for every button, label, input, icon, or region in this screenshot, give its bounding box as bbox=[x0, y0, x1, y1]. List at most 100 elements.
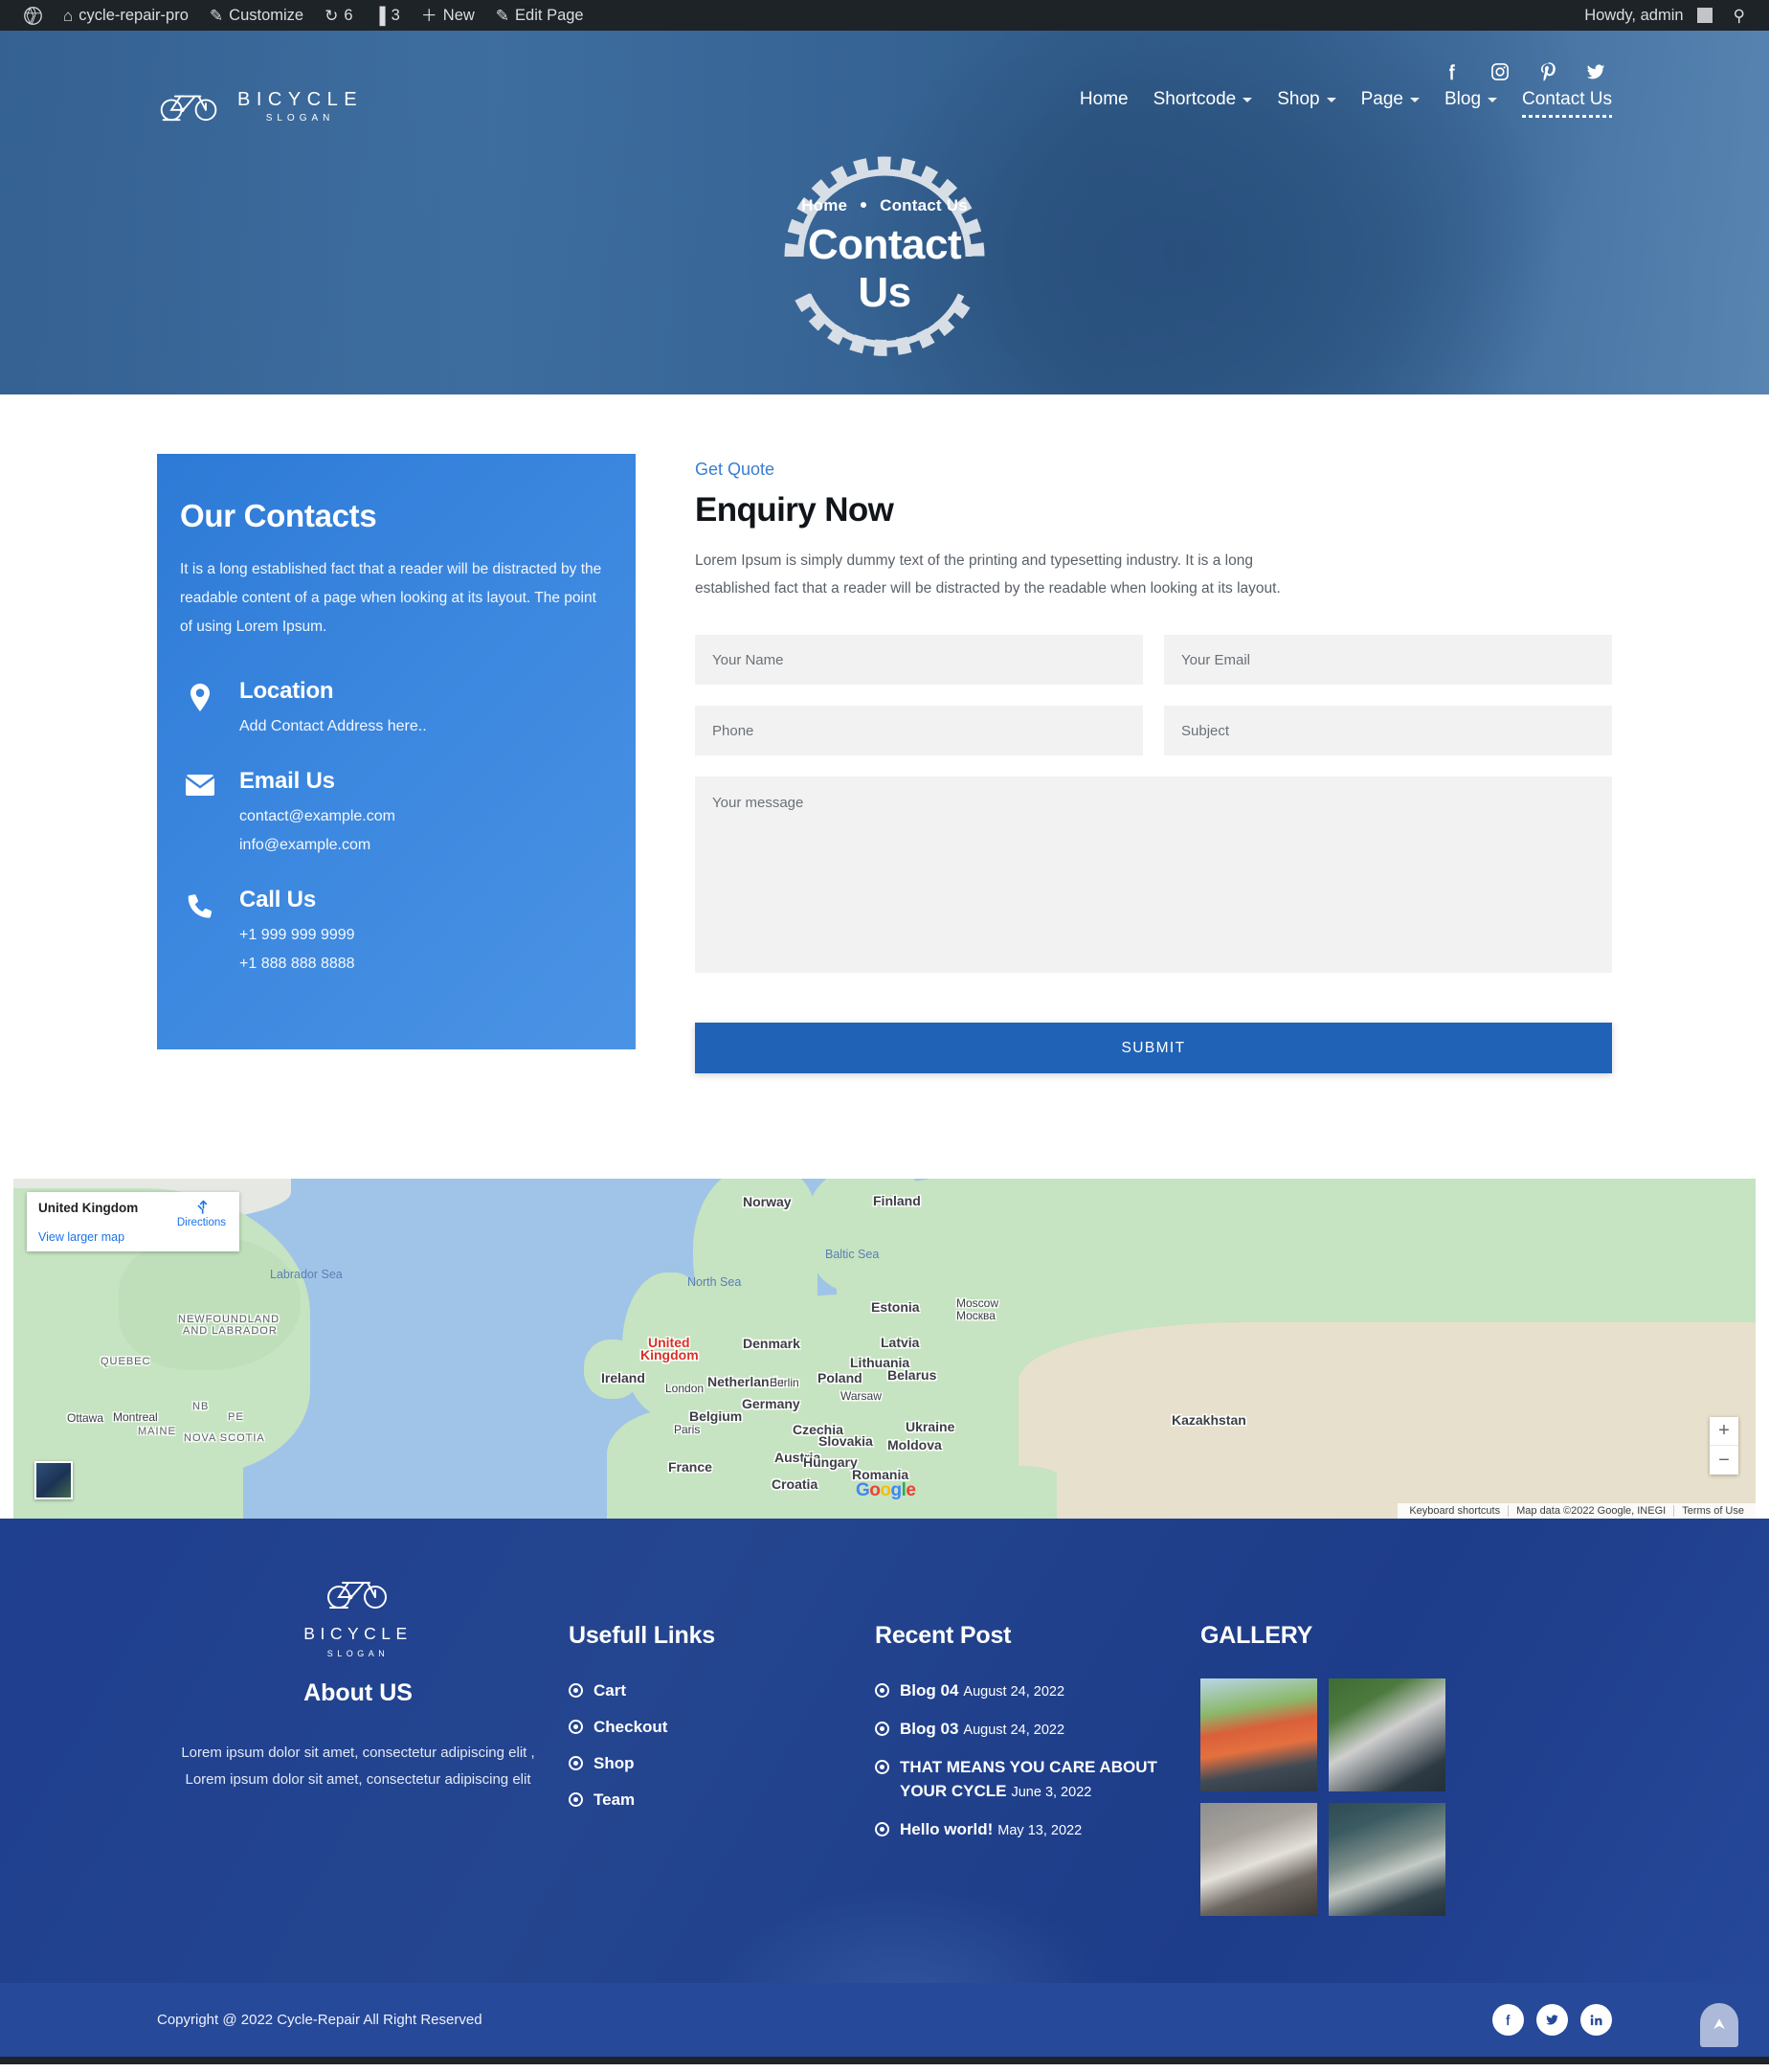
breadcrumb-separator-dot bbox=[861, 202, 867, 208]
gallery-image-man-repairing-bicycle[interactable] bbox=[1329, 1678, 1445, 1791]
adminbar-my-account[interactable]: Howdy, admin bbox=[1574, 0, 1722, 31]
phone-title: Call Us bbox=[239, 887, 316, 912]
recent-post-item[interactable]: Blog 04 August 24, 2022 bbox=[875, 1678, 1191, 1704]
map-label: France bbox=[668, 1459, 712, 1475]
adminbar-search[interactable]: ⚲ bbox=[1723, 0, 1756, 31]
linkedin-icon[interactable] bbox=[1580, 2004, 1612, 2036]
gallery-image-team-meeting-table[interactable] bbox=[1329, 1803, 1445, 1916]
phone-number-1[interactable]: +1 999 999 9999 bbox=[239, 921, 355, 950]
submit-button[interactable]: SUBMIT bbox=[695, 1023, 1612, 1073]
enquiry-eyebrow: Get Quote bbox=[695, 460, 775, 479]
comments-count: 3 bbox=[391, 6, 400, 24]
nav-label: Home bbox=[1079, 89, 1129, 109]
copyright-text: Copyright @ 2022 Cycle-Repair All Right … bbox=[157, 2012, 482, 2028]
location-pin-icon bbox=[180, 678, 220, 741]
map-label: Poland bbox=[817, 1370, 862, 1385]
map-canvas[interactable]: United Kingdom Directions View larger ma… bbox=[13, 1179, 1756, 1519]
map-satellite-thumbnail[interactable] bbox=[34, 1461, 73, 1499]
recent-post-item[interactable]: THAT MEANS YOU CARE ABOUT YOUR CYCLE June… bbox=[875, 1755, 1191, 1805]
terms-of-use-link[interactable]: Terms of Use bbox=[1673, 1505, 1752, 1517]
map-label: London bbox=[665, 1382, 705, 1395]
adminbar-updates[interactable]: ↻ 6 bbox=[314, 0, 363, 31]
link-label: Team bbox=[593, 1790, 636, 1809]
map-label: NOVA SCOTIA bbox=[184, 1432, 265, 1444]
avatar bbox=[1696, 8, 1713, 23]
map-label: MAINE bbox=[138, 1426, 176, 1437]
gallery-title: GALLERY bbox=[1200, 1622, 1313, 1649]
footer-link-shop[interactable]: Shop bbox=[569, 1751, 865, 1775]
phone-input[interactable] bbox=[695, 706, 1143, 755]
map-label: Germany bbox=[742, 1396, 800, 1411]
site-logo[interactable]: BICYCLE SLOGAN bbox=[157, 86, 363, 126]
adminbar-edit-page[interactable]: ✎ Edit Page bbox=[485, 0, 594, 31]
keyboard-shortcuts-link[interactable]: Keyboard shortcuts bbox=[1401, 1505, 1508, 1517]
location-address: Add Contact Address here.. bbox=[239, 718, 427, 734]
footer-gallery-column: GALLERY bbox=[1200, 1572, 1612, 1916]
map-info-card: United Kingdom Directions View larger ma… bbox=[27, 1192, 239, 1251]
footer-link-cart[interactable]: Cart bbox=[569, 1678, 865, 1702]
phone-number-2[interactable]: +1 888 888 8888 bbox=[239, 950, 355, 979]
map-directions-button[interactable]: Directions bbox=[177, 1198, 226, 1228]
facebook-icon[interactable] bbox=[1442, 61, 1463, 82]
nav-label: Page bbox=[1360, 89, 1403, 109]
map-label: Moldova bbox=[887, 1437, 942, 1453]
footer-link-checkout[interactable]: Checkout bbox=[569, 1715, 865, 1739]
post-date: August 24, 2022 bbox=[963, 1684, 1065, 1700]
map-label: Ottawa bbox=[67, 1411, 104, 1425]
hero-center: Home Contact Us Contact Us bbox=[0, 153, 1769, 360]
updates-count: 6 bbox=[344, 6, 353, 24]
twitter-icon[interactable] bbox=[1585, 61, 1606, 82]
recent-post-item[interactable]: Blog 03 August 24, 2022 bbox=[875, 1717, 1191, 1743]
bullet-dot-icon bbox=[569, 1720, 583, 1734]
footer-link-team[interactable]: Team bbox=[569, 1788, 865, 1812]
email-address-1[interactable]: contact@example.com bbox=[239, 802, 395, 831]
email-input[interactable] bbox=[1164, 635, 1612, 685]
recent-post-list: Blog 04 August 24, 2022 Blog 03 August 24,… bbox=[875, 1678, 1191, 1843]
scroll-to-top-button[interactable] bbox=[1700, 2003, 1738, 2047]
message-textarea[interactable] bbox=[695, 777, 1612, 973]
contact-info-location: Location Add Contact Address here.. bbox=[180, 678, 613, 741]
chevron-down-icon bbox=[1488, 97, 1498, 102]
phone-icon bbox=[180, 887, 220, 979]
nav-item-contact-us[interactable]: Contact Us bbox=[1522, 89, 1612, 120]
adminbar-new[interactable]: ＋ New bbox=[411, 0, 485, 31]
instagram-icon[interactable] bbox=[1489, 61, 1511, 82]
our-contacts-description: It is a long established fact that a rea… bbox=[180, 561, 602, 635]
adminbar-comments[interactable]: ▐ 3 bbox=[364, 0, 411, 31]
google-logo: Google bbox=[856, 1480, 916, 1500]
wordpress-logo-icon[interactable] bbox=[13, 0, 53, 31]
pinterest-icon[interactable] bbox=[1537, 61, 1558, 82]
gallery-image-gardener-trimming-hedge[interactable] bbox=[1200, 1678, 1317, 1791]
post-title: Blog 03 bbox=[900, 1720, 959, 1738]
nav-item-home[interactable]: Home bbox=[1080, 89, 1129, 120]
footer-links-column: Usefull Links Cart Checkout Shop Team bbox=[569, 1572, 865, 1916]
breadcrumb-home[interactable]: Home bbox=[801, 196, 847, 214]
enquiry-form-block: Get Quote Enquiry Now Lorem Ipsum is sim… bbox=[695, 454, 1612, 1073]
footer-recent-post-column: Recent Post Blog 04 August 24, 2022 Blog … bbox=[875, 1572, 1191, 1916]
name-input[interactable] bbox=[695, 635, 1143, 685]
nav-item-shortcode[interactable]: Shortcode bbox=[1153, 89, 1253, 120]
bullet-dot-icon bbox=[875, 1683, 889, 1698]
facebook-icon[interactable] bbox=[1492, 2004, 1524, 2036]
map-label: NB bbox=[192, 1401, 210, 1412]
directions-arrow-icon bbox=[197, 1200, 208, 1214]
wp-admin-bar: ⌂ cycle-repair-pro ✎ Customize ↻ 6 ▐ 3 ＋… bbox=[0, 0, 1769, 31]
nav-item-blog[interactable]: Blog bbox=[1444, 89, 1498, 120]
recent-post-item[interactable]: Hello world! May 13, 2022 bbox=[875, 1817, 1191, 1843]
subject-input[interactable] bbox=[1164, 706, 1612, 755]
map-label: Labrador Sea bbox=[270, 1268, 343, 1281]
map-label: Paris bbox=[674, 1423, 701, 1436]
zoom-out-button[interactable]: − bbox=[1710, 1446, 1738, 1475]
nav-item-page[interactable]: Page bbox=[1361, 89, 1420, 120]
gallery-image-woman-using-laptop[interactable] bbox=[1200, 1803, 1317, 1916]
footer-logo[interactable]: BICYCLE SLOGAN bbox=[180, 1572, 536, 1658]
map-zoom-controls[interactable]: + − bbox=[1710, 1417, 1738, 1475]
twitter-icon[interactable] bbox=[1536, 2004, 1568, 2036]
nav-item-shop[interactable]: Shop bbox=[1277, 89, 1336, 120]
adminbar-customize[interactable]: ✎ Customize bbox=[199, 0, 314, 31]
zoom-in-button[interactable]: + bbox=[1710, 1417, 1738, 1446]
view-larger-map-link[interactable]: View larger map bbox=[38, 1230, 124, 1244]
adminbar-site-name[interactable]: ⌂ cycle-repair-pro bbox=[53, 0, 199, 31]
google-map-embed[interactable]: United Kingdom Directions View larger ma… bbox=[13, 1179, 1756, 1519]
email-address-2[interactable]: info@example.com bbox=[239, 831, 395, 860]
